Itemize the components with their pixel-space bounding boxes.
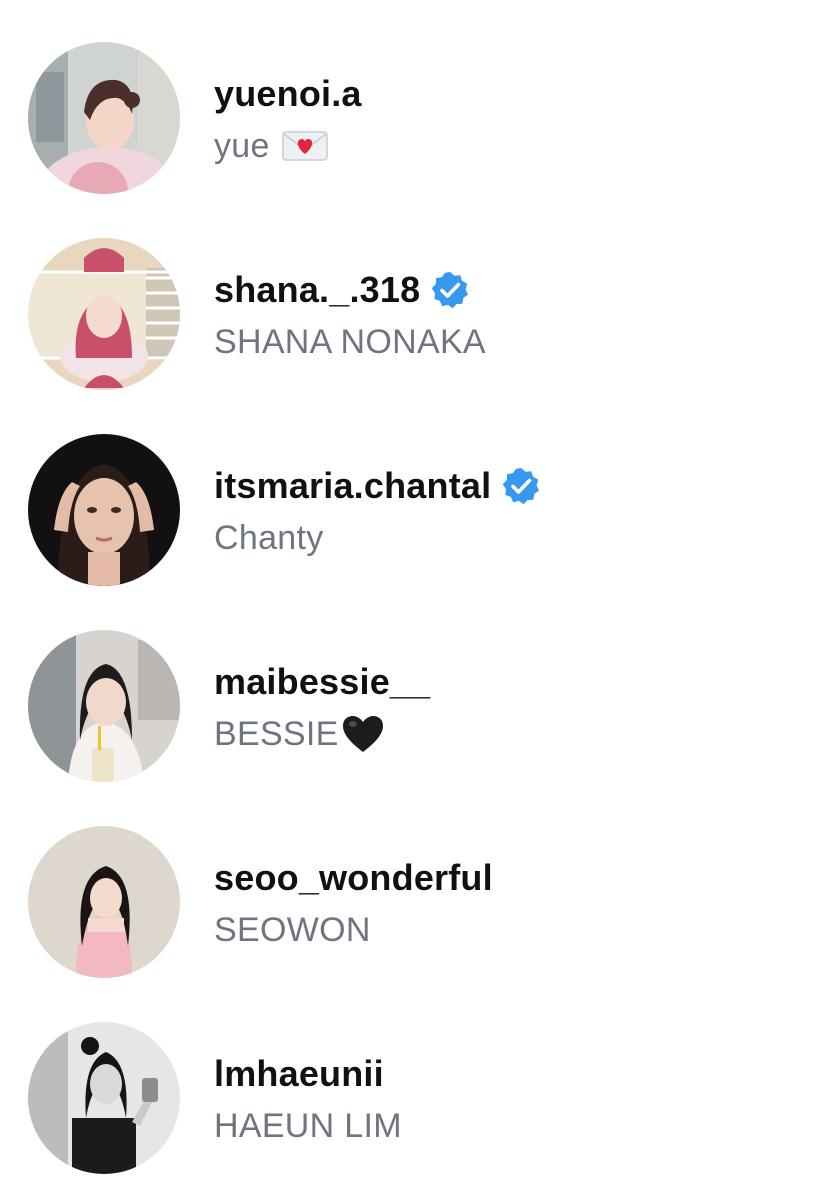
account-handle[interactable]: yuenoi.a: [214, 73, 362, 115]
verified-badge-icon: [501, 466, 541, 506]
avatar-photo: [28, 42, 180, 194]
account-handle[interactable]: itsmaria.chantal: [214, 465, 491, 507]
account-row-itsmaria-chantal[interactable]: itsmaria.chantal Chanty: [0, 392, 816, 588]
account-row-maibessie[interactable]: maibessie__ BESSIE: [0, 588, 816, 784]
avatar[interactable]: [28, 826, 180, 978]
account-handle[interactable]: seoo_wonderful: [214, 857, 493, 899]
account-row-shana[interactable]: shana._.318 SHANA NONAKA: [0, 196, 816, 392]
account-row-seoo-wonderful[interactable]: seoo_wonderful SEOWON: [0, 784, 816, 980]
account-handle[interactable]: maibessie__: [214, 661, 430, 703]
avatar-photo: [28, 826, 180, 978]
avatar[interactable]: [28, 42, 180, 194]
avatar[interactable]: [28, 1022, 180, 1174]
account-display-name: yue: [214, 126, 270, 165]
account-display-name: BESSIE: [214, 714, 339, 753]
avatar[interactable]: [28, 238, 180, 390]
avatar-photo: [28, 1022, 180, 1174]
avatar-photo: [28, 238, 180, 390]
account-list: yuenoi.a yue shana._.318 SHANA NONAKA it…: [0, 0, 816, 1200]
account-display-name: SHANA NONAKA: [214, 322, 486, 361]
avatar[interactable]: [28, 434, 180, 586]
account-display-name: Chanty: [214, 518, 324, 557]
black-heart-icon: [341, 714, 385, 754]
account-row-lmhaeunii[interactable]: lmhaeunii HAEUN LIM: [0, 980, 816, 1176]
avatar-photo: [28, 630, 180, 782]
avatar[interactable]: [28, 630, 180, 782]
account-display-name: SEOWON: [214, 910, 371, 949]
avatar-photo: [28, 434, 180, 586]
account-handle[interactable]: lmhaeunii: [214, 1053, 384, 1095]
envelope-heart-icon: [281, 129, 328, 163]
account-display-name: HAEUN LIM: [214, 1106, 402, 1145]
account-handle[interactable]: shana._.318: [214, 269, 420, 311]
account-row-yuenoi-a[interactable]: yuenoi.a yue: [0, 0, 816, 196]
verified-badge-icon: [430, 270, 470, 310]
